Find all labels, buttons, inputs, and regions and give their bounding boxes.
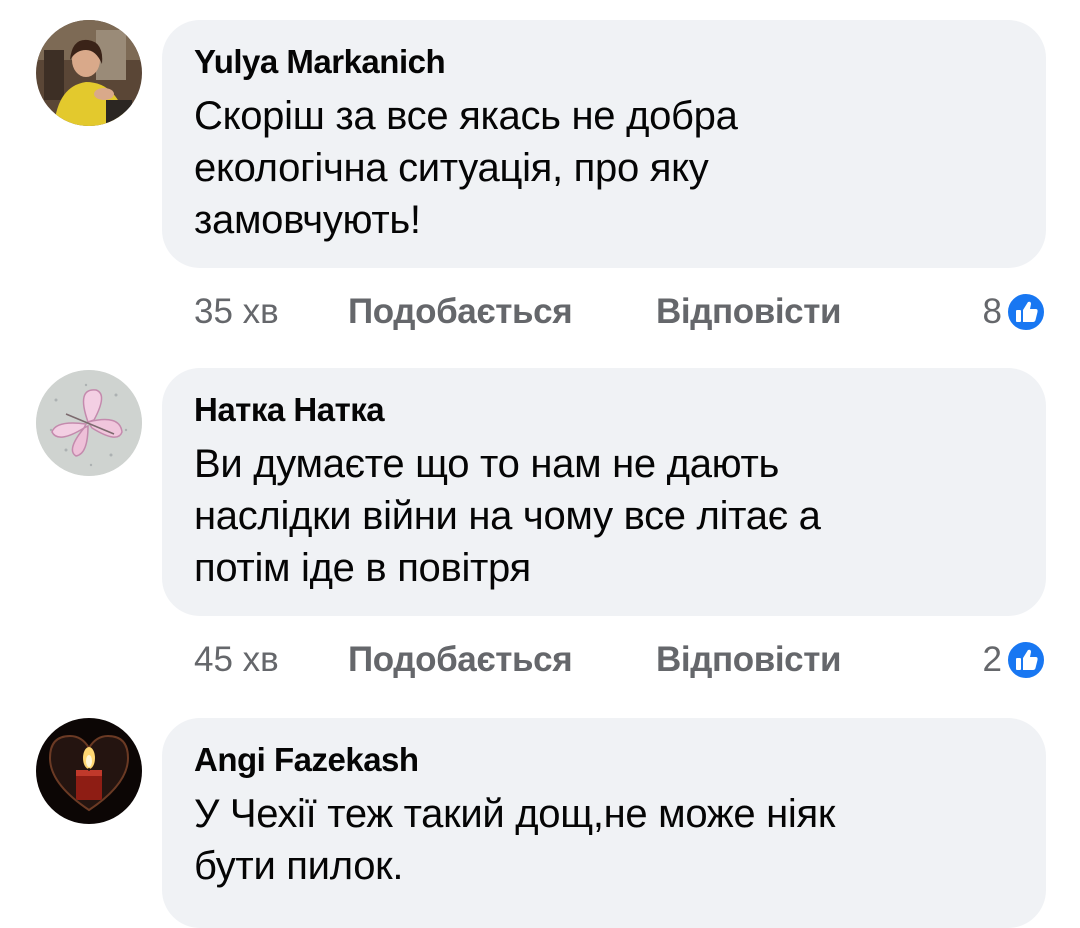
avatar[interactable]: [36, 718, 142, 824]
reply-button[interactable]: Відповісти: [656, 638, 842, 682]
like-thumb-icon: [1006, 292, 1046, 332]
comment-bubble: Натка Натка Ви думаєте що то нам не дают…: [162, 368, 1046, 616]
user-photo-icon: [36, 20, 142, 126]
comment-timestamp[interactable]: 45 хв: [194, 638, 279, 682]
reaction-summary[interactable]: 2: [983, 638, 1046, 682]
comment-author[interactable]: Натка Натка: [194, 388, 1016, 432]
comment-bubble: Angi Fazekash У Чехії теж такий дощ,не м…: [162, 718, 1046, 928]
like-button[interactable]: Подобається: [348, 638, 573, 682]
candle-heart-icon: [36, 718, 142, 824]
like-button[interactable]: Подобається: [348, 290, 573, 334]
comment-timestamp[interactable]: 35 хв: [194, 290, 279, 334]
comment-author[interactable]: Yulya Markanich: [194, 40, 1016, 84]
reaction-count: 2: [982, 640, 1002, 679]
comment-author[interactable]: Angi Fazekash: [194, 738, 1016, 782]
avatar[interactable]: [36, 20, 142, 126]
butterfly-icon: [36, 370, 142, 476]
reaction-summary[interactable]: 8: [983, 290, 1046, 334]
reaction-count: 8: [982, 292, 1002, 331]
reply-button[interactable]: Відповісти: [656, 290, 842, 334]
comment-text: Ви думаєте що то нам не дають наслідки в…: [194, 442, 821, 590]
comment-actions: 35 хв Подобається Відповісти 8: [194, 290, 1046, 334]
comment-text: У Чехії теж такий дощ,не може ніяк бути …: [194, 792, 836, 888]
comment-actions: 45 хв Подобається Відповісти 2: [194, 638, 1046, 682]
comment-bubble: Yulya Markanich Скоріш за все якась не д…: [162, 20, 1046, 268]
comment-text: Скоріш за все якась не добра екологічна …: [194, 94, 738, 242]
avatar[interactable]: [36, 370, 142, 476]
like-thumb-icon: [1006, 640, 1046, 680]
